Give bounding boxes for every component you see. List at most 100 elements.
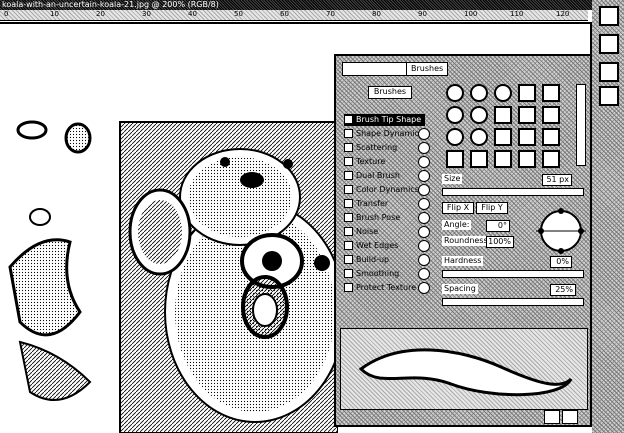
- transfer-checkbox[interactable]: [344, 199, 353, 208]
- option-texture[interactable]: Texture: [344, 156, 385, 168]
- option-brush-pose[interactable]: Brush Pose: [344, 212, 400, 224]
- brush-icon[interactable]: [599, 62, 619, 82]
- texture-checkbox[interactable]: [344, 157, 353, 166]
- option-label: Wet Edges: [356, 241, 399, 250]
- flip-y-checkbox[interactable]: Flip Y: [476, 202, 508, 214]
- lock-icon[interactable]: [418, 142, 430, 154]
- brush-tip-preset[interactable]: [518, 150, 536, 168]
- lock-icon[interactable]: [418, 240, 430, 252]
- hardness-label: Hardness: [442, 256, 484, 266]
- brush-tip-preset[interactable]: [446, 106, 464, 124]
- roundness-label: Roundness:: [442, 236, 493, 246]
- noise-checkbox[interactable]: [344, 227, 353, 236]
- brush-tip-preset[interactable]: [446, 84, 464, 102]
- lock-icon[interactable]: [418, 156, 430, 168]
- option-brush-tip-shape[interactable]: Brush Tip Shape: [344, 114, 426, 126]
- brush-tip-preset[interactable]: [518, 106, 536, 124]
- ruler-tick: 40: [188, 10, 197, 18]
- lock-icon[interactable]: [418, 268, 430, 280]
- size-slider[interactable]: [442, 188, 584, 196]
- lock-icon[interactable]: [418, 212, 430, 224]
- brush-tip-preset[interactable]: [518, 84, 536, 102]
- ruler-tick: 80: [372, 10, 381, 18]
- smoothing-checkbox[interactable]: [344, 269, 353, 278]
- stroke-preview-graphic: [358, 348, 573, 397]
- brush-tip-preset[interactable]: [470, 150, 488, 168]
- option-shape-dynamics[interactable]: Shape Dynamics: [344, 128, 423, 140]
- option-label: Brush Pose: [356, 213, 401, 222]
- ruler-tick: 60: [280, 10, 289, 18]
- option-build-up[interactable]: Build-up: [344, 254, 389, 266]
- brushes-button[interactable]: Brushes: [368, 86, 412, 99]
- ruler-tick: 120: [556, 10, 570, 18]
- panel-menu-icon[interactable]: [562, 410, 578, 424]
- dual-brush-checkbox[interactable]: [344, 171, 353, 180]
- option-label: Protect Texture: [356, 283, 417, 292]
- ruler-tick: 50: [234, 10, 243, 18]
- brush-pose-checkbox[interactable]: [344, 213, 353, 222]
- angle-field[interactable]: 0°: [486, 220, 510, 232]
- lock-icon[interactable]: [418, 226, 430, 238]
- spacing-slider[interactable]: [442, 298, 584, 306]
- adjust-icon[interactable]: [599, 86, 619, 106]
- ruler-tick: 20: [96, 10, 105, 18]
- size-label: Size: [442, 174, 463, 184]
- brush-tip-preset[interactable]: [542, 106, 560, 124]
- brush-tip-preset[interactable]: [494, 150, 512, 168]
- option-label: Noise: [356, 227, 379, 236]
- option-transfer[interactable]: Transfer: [344, 198, 388, 210]
- hardness-field[interactable]: 0%: [550, 256, 572, 268]
- shape-dynamics-checkbox[interactable]: [344, 129, 353, 138]
- brush-tip-shape-checkbox[interactable]: [344, 115, 353, 124]
- lock-icon[interactable]: [418, 184, 430, 196]
- brush-tip-preset[interactable]: [470, 106, 488, 124]
- option-color-dynamics[interactable]: Color Dynamics: [344, 184, 419, 196]
- option-label: Color Dynamics: [356, 185, 419, 194]
- protect-texture-checkbox[interactable]: [344, 283, 353, 292]
- lock-icon[interactable]: [418, 128, 430, 140]
- hardness-slider[interactable]: [442, 270, 584, 278]
- create-brush-icon[interactable]: [544, 410, 560, 424]
- flip-x-checkbox[interactable]: Flip X: [442, 202, 474, 214]
- history-icon[interactable]: [599, 34, 619, 54]
- option-scattering[interactable]: Scattering: [344, 142, 397, 154]
- option-label: Shape Dynamics: [356, 129, 424, 138]
- brush-tip-preset[interactable]: [470, 128, 488, 146]
- brush-tip-preset[interactable]: [470, 84, 488, 102]
- layers-icon[interactable]: [599, 6, 619, 26]
- scattering-checkbox[interactable]: [344, 143, 353, 152]
- brush-tip-preset[interactable]: [494, 106, 512, 124]
- brush-tip-preset[interactable]: [542, 84, 560, 102]
- brush-tip-preset[interactable]: [542, 150, 560, 168]
- ruler-tick: 90: [418, 10, 427, 18]
- brush-tips-scrollbar[interactable]: [576, 84, 586, 166]
- tab-brushes[interactable]: Brushes: [406, 62, 449, 76]
- lock-icon[interactable]: [418, 170, 430, 182]
- spacing-field[interactable]: 25%: [550, 284, 576, 296]
- option-noise[interactable]: Noise: [344, 226, 378, 238]
- option-label: Build-up: [356, 255, 390, 264]
- option-smoothing[interactable]: Smoothing: [344, 268, 399, 280]
- brush-tip-preset[interactable]: [494, 84, 512, 102]
- option-wet-edges[interactable]: Wet Edges: [344, 240, 398, 252]
- lock-icon[interactable]: [418, 282, 430, 294]
- lock-icon[interactable]: [418, 254, 430, 266]
- brush-tip-preset[interactable]: [446, 128, 464, 146]
- option-dual-brush[interactable]: Dual Brush: [344, 170, 400, 182]
- angle-roundness-widget[interactable]: [536, 206, 586, 256]
- size-field[interactable]: 51 px: [542, 174, 572, 186]
- ruler-tick: 10: [50, 10, 59, 18]
- option-protect-texture[interactable]: Protect Texture: [344, 282, 416, 294]
- wet-edges-checkbox[interactable]: [344, 241, 353, 250]
- color-dynamics-checkbox[interactable]: [344, 185, 353, 194]
- build-up-checkbox[interactable]: [344, 255, 353, 264]
- tab-brush-settings[interactable]: Brush Settings: [342, 62, 411, 76]
- document-canvas[interactable]: [0, 52, 338, 433]
- brush-tip-preset[interactable]: [518, 128, 536, 146]
- roundness-field[interactable]: 100%: [486, 236, 514, 248]
- brush-tip-preset[interactable]: [446, 150, 464, 168]
- lock-icon[interactable]: [418, 198, 430, 210]
- option-label: Dual Brush: [356, 171, 400, 180]
- brush-tip-preset[interactable]: [542, 128, 560, 146]
- brush-tip-preset[interactable]: [494, 128, 512, 146]
